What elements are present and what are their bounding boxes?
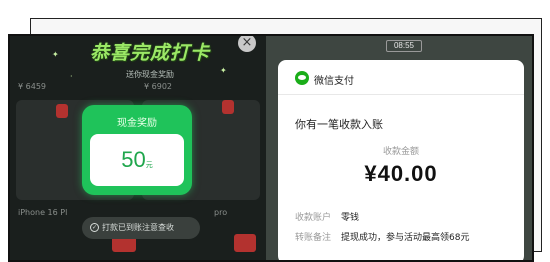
headline-title: 恭喜完成打卡 (89, 42, 210, 64)
red-tag (222, 100, 234, 114)
product-price-left: ¥ 6459 (18, 82, 46, 91)
detail-value: 提现成功，参与活动最高领68元 (341, 233, 470, 243)
divider (278, 94, 524, 95)
sparkle-icon: · (70, 72, 73, 81)
status-time: 08:55 (386, 40, 422, 52)
detail-row-remark: 转账备注 提现成功，参与活动最高领68元 (295, 230, 469, 243)
sparkle-icon: ✦ (52, 50, 59, 59)
red-tag (56, 104, 68, 118)
product-name-right: pro (214, 208, 228, 217)
sparkle-icon: ✦ (220, 66, 227, 75)
red-button-bg (234, 234, 256, 252)
product-name-left: iPhone 16 Pl (18, 208, 68, 217)
detail-key: 收款账户 (295, 213, 332, 223)
reward-amount-box: 50元 (90, 134, 184, 186)
app-name: 微信支付 (314, 76, 354, 87)
wechat-pay-notification[interactable]: 微信支付 你有一笔收款入账 收款金额 ¥40.00 收款账户 零钱 转账备注 提现成… (278, 60, 524, 260)
detail-row-account: 收款账户 零钱 (295, 210, 359, 223)
reward-value: 50 (121, 147, 146, 172)
cash-reward-card: 现金奖励 50元 (82, 105, 192, 195)
close-icon[interactable]: × (238, 36, 256, 52)
amount-label: 收款金额 (382, 147, 419, 157)
check-icon: ✓ (90, 223, 99, 232)
reward-unit: 元 (145, 161, 153, 169)
payout-notice-pill: ✓ 打款已到账注意查收 (82, 217, 200, 239)
product-price-right: ¥ 6902 (144, 82, 172, 91)
amount-value: ¥40.00 (364, 161, 438, 186)
screenshot-frame: ¥ 6459 ¥ 6902 iPhone 16 Pl pro ✦ ✦ · 恭喜完… (8, 34, 534, 262)
detail-key: 转账备注 (295, 233, 332, 243)
message-title: 你有一笔收款入账 (295, 118, 383, 131)
reward-popup-panel: ¥ 6459 ¥ 6902 iPhone 16 Pl pro ✦ ✦ · 恭喜完… (10, 36, 266, 260)
payout-notice-text: 打款已到账注意查收 (102, 223, 174, 232)
reward-title: 现金奖励 (117, 118, 157, 129)
wechat-pay-icon (295, 71, 309, 85)
headline-subtitle: 送你现金奖励 (126, 70, 174, 79)
detail-value: 零钱 (341, 213, 360, 223)
